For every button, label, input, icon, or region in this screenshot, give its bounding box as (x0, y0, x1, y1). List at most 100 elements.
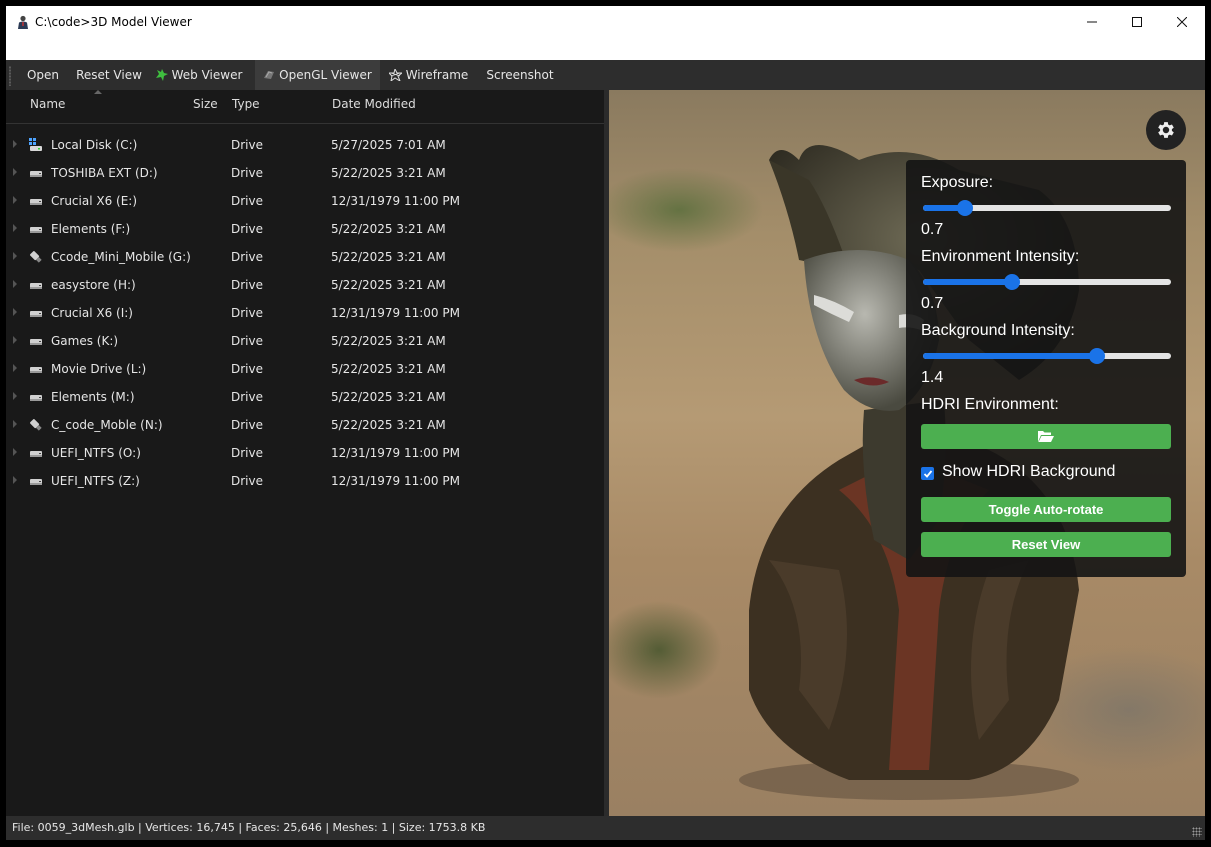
drive-type: Drive (231, 222, 263, 236)
drive-icon (29, 362, 43, 376)
drive-icon (29, 194, 43, 208)
drive-row[interactable]: Crucial X6 (I:) Drive 12/31/1979 11:00 PM (6, 299, 604, 327)
drive-icon (29, 222, 43, 236)
app-icon (18, 15, 28, 29)
drive-row[interactable]: UEFI_NTFS (Z:) Drive 12/31/1979 11:00 PM (6, 467, 604, 495)
background-intensity-slider-fill (923, 353, 1097, 359)
column-header-size[interactable]: Size (193, 97, 218, 111)
expand-arrow-icon[interactable] (13, 476, 17, 484)
drive-row[interactable]: Crucial X6 (E:) Drive 12/31/1979 11:00 PM (6, 187, 604, 215)
expand-arrow-icon[interactable] (13, 448, 17, 456)
expand-arrow-icon[interactable] (13, 308, 17, 316)
expand-arrow-icon[interactable] (13, 336, 17, 344)
drive-icon (29, 390, 43, 404)
drive-name: Movie Drive (L:) (51, 362, 147, 376)
expand-arrow-icon[interactable] (13, 196, 17, 204)
drive-date: 5/22/2025 3:21 AM (331, 390, 446, 404)
drive-row[interactable]: TOSHIBA EXT (D:) Drive 5/22/2025 3:21 AM (6, 159, 604, 187)
drive-type: Drive (231, 334, 263, 348)
drive-name: Crucial X6 (E:) (51, 194, 138, 208)
drive-row[interactable]: Movie Drive (L:) Drive 5/22/2025 3:21 AM (6, 355, 604, 383)
drive-name: UEFI_NTFS (O:) (51, 446, 141, 460)
expand-arrow-icon[interactable] (13, 364, 17, 372)
drive-icon (29, 306, 43, 320)
background-intensity-slider-thumb[interactable] (1088, 348, 1105, 364)
app-window: C:\code>3D Model Viewer Open Reset View … (6, 6, 1205, 840)
drive-row[interactable]: easystore (H:) Drive 5/22/2025 3:21 AM (6, 271, 604, 299)
status-bar: File: 0059_3dMesh.glb | Vertices: 16,745… (6, 816, 1205, 840)
checkmark-icon (923, 469, 932, 478)
exposure-value: 0.7 (921, 221, 944, 238)
environment-intensity-slider-thumb[interactable] (1004, 274, 1021, 290)
show-hdri-label[interactable]: Show HDRI Background (942, 463, 1115, 481)
drive-type: Drive (231, 194, 263, 208)
drive-type: Drive (231, 250, 263, 264)
hdri-environment-label: HDRI Environment: (921, 396, 1059, 413)
reset-view-panel-label: Reset View (1011, 537, 1081, 552)
drive-type: Drive (231, 390, 263, 404)
expand-arrow-icon[interactable] (13, 252, 17, 260)
expand-arrow-icon[interactable] (13, 280, 17, 288)
drive-type: Drive (231, 166, 263, 180)
drive-row[interactable]: Ccode_Mini_Mobile (G:) Drive 5/22/2025 3:2… (6, 243, 604, 271)
drive-row[interactable]: Games (K:) Drive 5/22/2025 3:21 AM (6, 327, 604, 355)
drive-row[interactable]: Local Disk (C:) Drive 5/27/2025 7:01 AM (6, 131, 604, 159)
wireframe-button[interactable]: Wireframe (386, 60, 471, 90)
drive-row[interactable]: Elements (F:) Drive 5/22/2025 3:21 AM (6, 215, 604, 243)
drive-type: Drive (231, 278, 263, 292)
drive-date: 12/31/1979 11:00 PM (331, 446, 460, 460)
expand-arrow-icon[interactable] (13, 140, 17, 148)
expand-arrow-icon[interactable] (13, 420, 17, 428)
show-hdri-checkbox[interactable] (921, 467, 934, 480)
background-intensity-slider[interactable] (923, 348, 1171, 364)
open-button[interactable]: Open (20, 60, 66, 90)
environment-intensity-slider[interactable] (923, 274, 1171, 290)
close-button[interactable] (1159, 6, 1205, 38)
exposure-slider-thumb[interactable] (957, 200, 974, 216)
column-header-date[interactable]: Date Modified (332, 97, 416, 111)
minimize-button[interactable] (1069, 6, 1115, 38)
column-header-type[interactable]: Type (232, 97, 260, 111)
reset-view-panel-button[interactable]: Reset View (921, 532, 1171, 557)
drive-icon (29, 278, 43, 292)
3d-viewport[interactable]: Exposure: 0.7 Environment Intensity: 0.7… (609, 90, 1205, 816)
column-header-name[interactable]: Name (30, 97, 65, 111)
drive-type: Drive (231, 474, 263, 488)
system-drive-icon (29, 138, 43, 152)
drive-icon (29, 166, 43, 180)
resize-grip-icon[interactable] (1192, 827, 1202, 837)
web-viewer-button[interactable]: Web Viewer (152, 60, 246, 90)
expand-arrow-icon[interactable] (13, 224, 17, 232)
toggle-auto-rotate-button[interactable]: Toggle Auto-rotate (921, 497, 1171, 522)
reset-view-label: Reset View (76, 68, 142, 82)
toolbar-grip[interactable] (9, 66, 11, 86)
drive-type: Drive (231, 418, 263, 432)
open-label: Open (26, 68, 60, 82)
maximize-button[interactable] (1114, 6, 1160, 38)
drive-row[interactable]: Elements (M:) Drive 5/22/2025 3:21 AM (6, 383, 604, 411)
screenshot-button[interactable]: Screenshot (482, 60, 558, 90)
drive-name: Games (K:) (51, 334, 119, 348)
drive-date: 5/22/2025 3:21 AM (331, 362, 446, 376)
expand-arrow-icon[interactable] (13, 392, 17, 400)
title-bar[interactable]: C:\code>3D Model Viewer (6, 6, 1205, 60)
sort-indicator-icon (94, 90, 102, 94)
drive-row[interactable]: UEFI_NTFS (O:) Drive 12/31/1979 11:00 PM (6, 439, 604, 467)
drive-row[interactable]: C_code_Moble (N:) Drive 5/22/2025 3:21 AM (6, 411, 604, 439)
wireframe-label: Wireframe (405, 68, 469, 82)
reset-view-toolbar-button[interactable]: Reset View (72, 60, 146, 90)
drive-type: Drive (231, 362, 263, 376)
drive-icon (29, 474, 43, 488)
settings-gear-button[interactable] (1146, 110, 1186, 150)
screenshot-label: Screenshot (486, 68, 554, 82)
opengl-viewer-button[interactable]: OpenGL Viewer (255, 60, 380, 90)
file-browser: Name Size Type Date Modified Local Disk … (6, 90, 604, 816)
exposure-slider[interactable] (923, 200, 1171, 216)
drive-icon (29, 334, 43, 348)
expand-arrow-icon[interactable] (13, 168, 17, 176)
drive-name: easystore (H:) (51, 278, 136, 292)
drive-type: Drive (231, 138, 263, 152)
web-viewer-label: Web Viewer (171, 68, 243, 82)
hdri-file-button[interactable] (921, 424, 1171, 449)
drive-name: TOSHIBA EXT (D:) (51, 166, 158, 180)
